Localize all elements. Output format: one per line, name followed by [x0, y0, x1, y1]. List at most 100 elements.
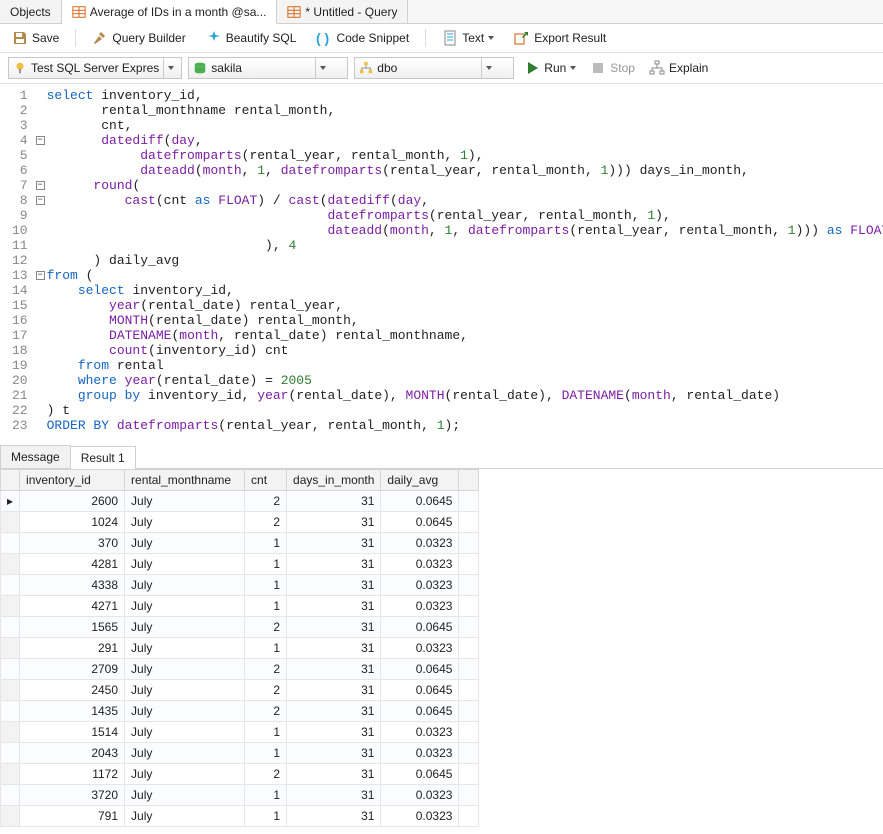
tab-untitled[interactable]: * Untitled - Query — [277, 0, 408, 23]
tab-message[interactable]: Message — [0, 445, 71, 468]
cell-empty — [459, 680, 479, 701]
row-selector[interactable] — [1, 596, 20, 617]
row-selector[interactable] — [1, 722, 20, 743]
row-selector[interactable] — [1, 554, 20, 575]
row-selector[interactable] — [1, 701, 20, 722]
cell-cnt: 1 — [245, 638, 287, 659]
table-row[interactable]: ▸2600July2310.0645 — [1, 491, 479, 512]
cell-daily_avg: 0.0323 — [381, 554, 459, 575]
cell-cnt: 2 — [245, 764, 287, 785]
tab-result1[interactable]: Result 1 — [70, 446, 136, 469]
table-row[interactable]: 1024July2310.0645 — [1, 512, 479, 533]
cell-cnt: 2 — [245, 659, 287, 680]
row-selector[interactable] — [1, 512, 20, 533]
row-selector[interactable]: ▸ — [1, 491, 20, 512]
cell-days_in_month: 31 — [287, 722, 381, 743]
cell-days_in_month: 31 — [287, 743, 381, 764]
cell-empty — [459, 617, 479, 638]
stop-icon — [590, 60, 606, 76]
column-header[interactable]: cnt — [245, 470, 287, 491]
table-row[interactable]: 291July1310.0323 — [1, 638, 479, 659]
cell-rental_monthname: July — [125, 596, 245, 617]
code-area[interactable]: select inventory_id, rental_monthname re… — [45, 88, 883, 433]
row-selector[interactable] — [1, 638, 20, 659]
cell-cnt: 1 — [245, 596, 287, 617]
cell-inventory_id: 370 — [20, 533, 125, 554]
row-selector[interactable] — [1, 806, 20, 827]
server-combo[interactable]: Test SQL Server Expres — [8, 57, 182, 79]
table-row[interactable]: 1514July1310.0323 — [1, 722, 479, 743]
table-row[interactable]: 1435July2310.0645 — [1, 701, 479, 722]
sql-editor[interactable]: 1234567891011121314151617181920212223 −−… — [0, 84, 883, 441]
code-snippet-button[interactable]: ( ) Code Snippet — [312, 28, 413, 48]
column-header[interactable]: daily_avg — [381, 470, 459, 491]
cell-daily_avg: 0.0323 — [381, 722, 459, 743]
beautify-button[interactable]: Beautify SQL — [202, 28, 301, 48]
table-row[interactable]: 4271July1310.0323 — [1, 596, 479, 617]
tab-avg-query[interactable]: Average of IDs in a month @sa... — [62, 0, 278, 24]
export-button[interactable]: Export Result — [510, 28, 610, 48]
cell-daily_avg: 0.0323 — [381, 533, 459, 554]
cell-days_in_month: 31 — [287, 554, 381, 575]
cell-inventory_id: 2600 — [20, 491, 125, 512]
row-selector[interactable] — [1, 680, 20, 701]
row-selector[interactable] — [1, 743, 20, 764]
table-row[interactable]: 3720July1310.0323 — [1, 785, 479, 806]
table-row[interactable]: 370July1310.0323 — [1, 533, 479, 554]
schema-combo[interactable]: dbo — [354, 57, 514, 79]
query-builder-button[interactable]: Query Builder — [88, 28, 189, 48]
explain-button[interactable]: Explain — [645, 58, 712, 78]
text-button[interactable]: Text — [438, 28, 498, 48]
cell-days_in_month: 31 — [287, 617, 381, 638]
tab-objects[interactable]: Objects — [0, 0, 62, 23]
schema-icon — [359, 61, 373, 75]
cell-days_in_month: 31 — [287, 764, 381, 785]
table-row[interactable]: 791July1310.0323 — [1, 806, 479, 827]
chevron-down-icon — [315, 58, 329, 78]
table-row[interactable]: 4338July1310.0323 — [1, 575, 479, 596]
table-row[interactable]: 2043July1310.0323 — [1, 743, 479, 764]
table-row[interactable]: 2450July2310.0645 — [1, 680, 479, 701]
cell-days_in_month: 31 — [287, 575, 381, 596]
chevron-down-icon — [488, 36, 494, 40]
export-label: Export Result — [534, 31, 606, 45]
row-selector[interactable] — [1, 617, 20, 638]
chevron-down-icon — [163, 58, 177, 78]
cell-cnt: 2 — [245, 701, 287, 722]
plug-icon — [13, 61, 27, 75]
cell-cnt: 2 — [245, 491, 287, 512]
cell-rental_monthname: July — [125, 659, 245, 680]
save-button[interactable]: Save — [8, 28, 63, 48]
tab-label: * Untitled - Query — [305, 5, 397, 19]
cell-inventory_id: 2043 — [20, 743, 125, 764]
tab-label: Message — [11, 450, 60, 464]
explain-label: Explain — [669, 61, 708, 75]
hammer-icon — [92, 30, 108, 46]
database-combo[interactable]: sakila — [188, 57, 348, 79]
cell-days_in_month: 31 — [287, 785, 381, 806]
table-row[interactable]: 1172July2310.0645 — [1, 764, 479, 785]
svg-text:( ): ( ) — [316, 30, 329, 46]
row-selector[interactable] — [1, 533, 20, 554]
column-header[interactable]: rental_monthname — [125, 470, 245, 491]
cell-cnt: 1 — [245, 575, 287, 596]
row-selector[interactable] — [1, 764, 20, 785]
export-icon — [514, 30, 530, 46]
column-header[interactable]: days_in_month — [287, 470, 381, 491]
cell-rental_monthname: July — [125, 638, 245, 659]
cell-cnt: 1 — [245, 806, 287, 827]
cell-empty — [459, 491, 479, 512]
row-selector[interactable] — [1, 659, 20, 680]
run-button[interactable]: Run — [520, 58, 580, 78]
column-header[interactable]: inventory_id — [20, 470, 125, 491]
row-selector[interactable] — [1, 575, 20, 596]
row-selector[interactable] — [1, 785, 20, 806]
table-row[interactable]: 1565July2310.0645 — [1, 617, 479, 638]
cell-empty — [459, 512, 479, 533]
stop-button[interactable]: Stop — [586, 58, 639, 78]
result-grid[interactable]: inventory_idrental_monthnamecntdays_in_m… — [0, 469, 479, 827]
table-row[interactable]: 4281July1310.0323 — [1, 554, 479, 575]
cell-days_in_month: 31 — [287, 512, 381, 533]
table-row[interactable]: 2709July2310.0645 — [1, 659, 479, 680]
cell-daily_avg: 0.0645 — [381, 701, 459, 722]
